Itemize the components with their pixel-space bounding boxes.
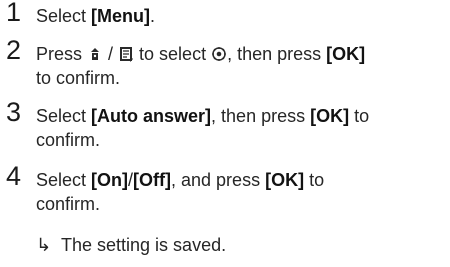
step-text-part: confirm. — [36, 194, 101, 214]
auto-answer-key-label: [Auto answer] — [91, 106, 212, 126]
step-text-part: Select — [36, 170, 92, 190]
menu-key-label: [Menu] — [91, 6, 151, 26]
step-text: Select [Menu]. — [36, 4, 446, 28]
step-text-part: Press — [36, 44, 88, 64]
instruction-page: 1 Select [Menu]. 2 Press / to select , t… — [0, 0, 450, 267]
step-text-part: , and press — [171, 170, 266, 190]
result-arrow-icon: ↳ — [36, 235, 52, 255]
step-text-part: Select — [36, 6, 92, 26]
step-text: Press / to select , then press [OK] to c… — [36, 42, 446, 90]
step-text: Select [On]/[Off], and press [OK] to con… — [36, 168, 446, 216]
step-text-part: , then press — [211, 106, 311, 126]
on-key-label: [On] — [91, 170, 129, 190]
ok-key-label: [OK] — [326, 44, 366, 64]
result-text: The setting is saved. — [61, 235, 227, 255]
step-number: 2 — [6, 35, 22, 65]
step-number: 4 — [6, 161, 22, 191]
result-line: ↳ The setting is saved. — [36, 233, 446, 257]
phonebook-down-icon — [118, 46, 134, 62]
step-text-part: to — [349, 106, 370, 126]
step-text-part: to — [304, 170, 325, 190]
ok-key-label: [OK] — [310, 106, 350, 126]
step-text-part: confirm. — [36, 130, 101, 150]
step-text-part: to select — [134, 44, 212, 64]
step-text-part: / — [103, 44, 119, 64]
ok-key-label: [OK] — [265, 170, 305, 190]
step-text-part: to confirm. — [36, 68, 121, 88]
step-text: Select [Auto answer], then press [OK] to… — [36, 104, 446, 152]
phonebook-up-icon — [87, 46, 103, 62]
step-number: 1 — [6, 0, 22, 27]
off-key-label: [Off] — [133, 170, 172, 190]
step-text-part: Select — [36, 106, 92, 126]
step-text-part: . — [150, 6, 156, 26]
step-number: 3 — [6, 97, 22, 127]
step-text-part: , then press — [227, 44, 327, 64]
settings-gear-icon — [211, 46, 227, 62]
